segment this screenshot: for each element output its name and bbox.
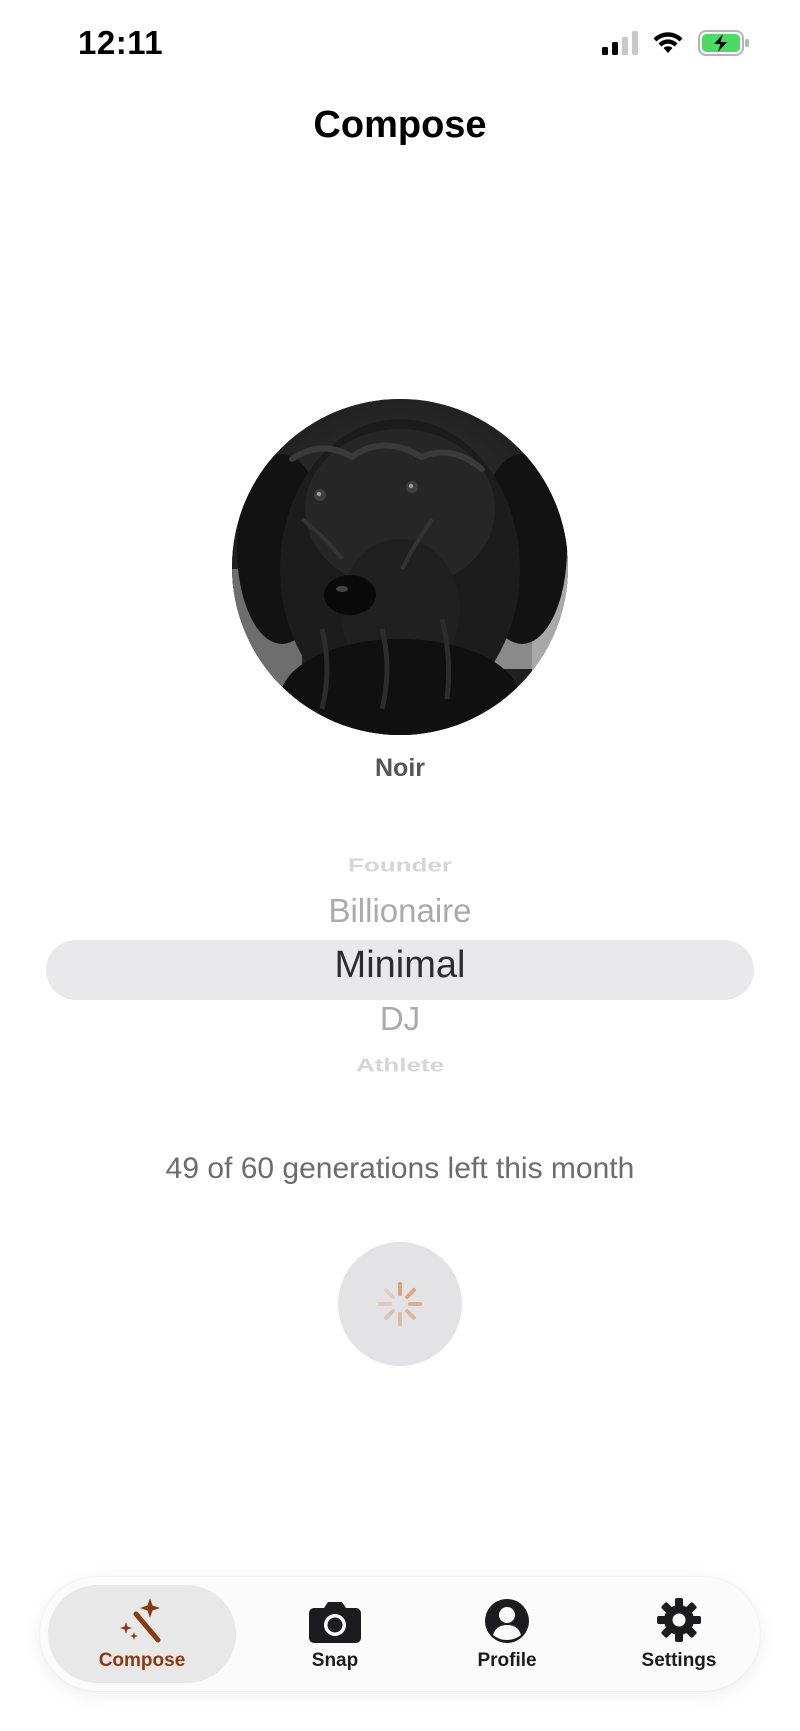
wifi-icon <box>652 31 684 60</box>
battery-charging-icon <box>698 30 750 61</box>
tab-label: Profile <box>477 1650 537 1671</box>
tab-settings[interactable]: Settings <box>614 1585 744 1683</box>
magic-wand-icon <box>118 1596 166 1644</box>
style-name: Noir <box>375 754 425 782</box>
avatar-photo[interactable] <box>232 399 568 735</box>
status-icons <box>602 30 750 61</box>
tab-compose[interactable]: Compose <box>48 1585 236 1683</box>
camera-icon <box>308 1596 362 1644</box>
generate-button[interactable] <box>338 1242 462 1366</box>
loading-spinner-icon <box>378 1282 422 1326</box>
style-picker-wheel[interactable]: Founder Billionaire Minimal DJ Athlete <box>0 850 800 1080</box>
picker-item[interactable]: Billionaire <box>0 892 800 930</box>
compose-screen: 12:11 Compose Noir Founder Billionaire M… <box>0 0 800 1731</box>
picker-item[interactable]: Founder <box>0 855 800 877</box>
picker-item[interactable]: DJ <box>0 1000 800 1038</box>
picker-item[interactable]: Athlete <box>0 1055 800 1077</box>
status-time: 12:11 <box>78 24 164 61</box>
tab-label: Snap <box>311 1650 359 1671</box>
gear-icon <box>655 1596 703 1644</box>
page-title: Compose <box>313 104 487 146</box>
tab-label: Settings <box>641 1650 717 1671</box>
tab-label: Compose <box>98 1650 186 1671</box>
dog-photo <box>232 399 568 735</box>
generations-quota-text: 49 of 60 generations left this month <box>165 1152 635 1185</box>
tab-bar: Compose Snap Profile Settings <box>40 1577 760 1691</box>
person-circle-icon <box>484 1596 530 1644</box>
tab-profile[interactable]: Profile <box>442 1585 572 1683</box>
cellular-signal-icon <box>602 31 638 60</box>
tab-snap[interactable]: Snap <box>270 1585 400 1683</box>
picker-item-selected[interactable]: Minimal <box>0 944 800 987</box>
